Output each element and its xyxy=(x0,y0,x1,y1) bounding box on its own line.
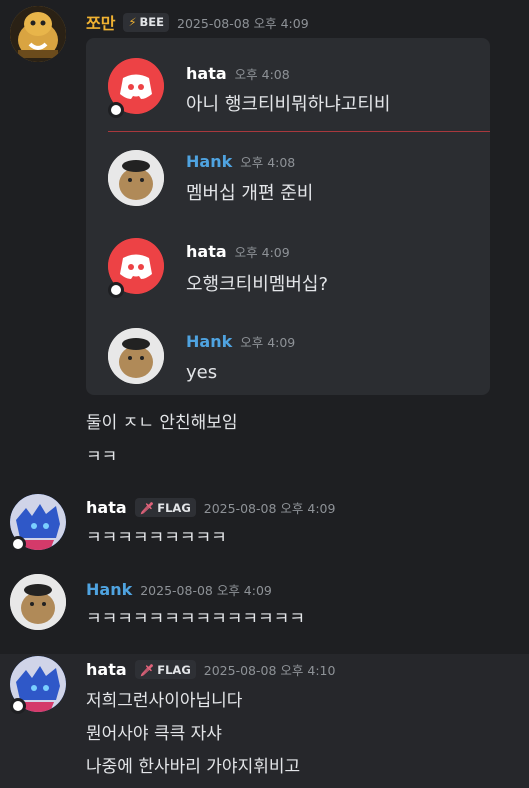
embed-text: 오행크티비멤버십? xyxy=(186,274,329,295)
embed-time: 오후 4:08 xyxy=(234,67,290,82)
author-name[interactable]: hata xyxy=(86,660,127,679)
embed-header: hata 오후 4:08 xyxy=(186,64,290,83)
message-text: 둘이 ㅈㄴ 안친해보임 xyxy=(86,413,238,433)
role-tag[interactable]: 🗡 FLAG xyxy=(134,498,196,517)
embed-text: 아니 행크티비뭐하냐고티비 xyxy=(186,94,391,115)
forwarded-embed: hata 오후 4:08 아니 행크티비뭐하냐고티비 Hank 오후 4:08 … xyxy=(86,38,490,395)
message-header: hata 🗡 FLAG 2025-08-08 오후 4:09 xyxy=(86,498,335,517)
bee-lightning-icon: ⚡ xyxy=(128,15,137,29)
embed-avatar-hank[interactable] xyxy=(108,150,164,206)
hank-avatar-icon xyxy=(10,574,66,630)
timestamp: 2025-08-08 오후 4:10 xyxy=(203,663,336,678)
message-text: ㅋㅋㅋㅋㅋㅋㅋㅋㅋ xyxy=(86,528,227,548)
embed-avatar-hank[interactable] xyxy=(108,328,164,384)
status-badge xyxy=(10,536,26,552)
hank-avatar-icon xyxy=(108,328,164,384)
embed-author[interactable]: Hank xyxy=(186,332,232,351)
flag-sword-icon: 🗡 xyxy=(139,662,155,677)
embed-time: 오후 4:09 xyxy=(240,335,296,350)
zzoman-avatar[interactable] xyxy=(10,6,66,62)
role-tag-label: BEE xyxy=(139,15,165,29)
message-text: 나중에 한사바리 가야지휘비고 xyxy=(86,757,301,777)
zzoman-avatar-icon xyxy=(10,6,66,62)
author-name[interactable]: 쪼만 xyxy=(86,10,115,34)
role-tag-label: FLAG xyxy=(157,500,191,515)
hank-avatar-icon xyxy=(108,150,164,206)
role-tag[interactable]: 🗡 FLAG xyxy=(134,660,196,679)
role-tag-label: FLAG xyxy=(157,662,191,677)
embed-time: 오후 4:08 xyxy=(240,155,296,170)
message-text: 뭔어사야 큭큭 자샤 xyxy=(86,724,222,744)
new-messages-divider xyxy=(108,131,490,132)
embed-header: Hank 오후 4:09 xyxy=(186,332,295,351)
embed-header: hata 오후 4:09 xyxy=(186,242,290,261)
timestamp: 2025-08-08 오후 4:09 xyxy=(203,501,336,516)
status-badge xyxy=(108,102,124,118)
author-name[interactable]: hata xyxy=(86,498,127,517)
message-text: 저희그런사이아닙니다 xyxy=(86,691,243,711)
message-header: 쪼만 ⚡ BEE 2025-08-08 오후 4:09 xyxy=(86,10,309,34)
timestamp: 2025-08-08 오후 4:09 xyxy=(140,583,272,598)
embed-author[interactable]: Hank xyxy=(186,152,232,171)
status-badge xyxy=(10,698,26,714)
embed-header: Hank 오후 4:08 xyxy=(186,152,295,171)
flag-sword-icon: 🗡 xyxy=(139,500,155,515)
embed-text: 멤버십 개편 준비 xyxy=(186,183,314,204)
timestamp: 2025-08-08 오후 4:09 xyxy=(177,15,309,31)
embed-time: 오후 4:09 xyxy=(234,245,290,260)
message-header: Hank 2025-08-08 오후 4:09 xyxy=(86,580,272,599)
role-tag[interactable]: ⚡ BEE xyxy=(123,12,170,32)
author-name[interactable]: Hank xyxy=(86,580,132,599)
embed-author[interactable]: hata xyxy=(186,242,227,261)
message-header: hata 🗡 FLAG 2025-08-08 오후 4:10 xyxy=(86,660,335,679)
hank-avatar[interactable] xyxy=(10,574,66,630)
message-text: ㅋㅋ xyxy=(86,447,118,467)
status-badge xyxy=(108,282,124,298)
message-text: ㅋㅋㅋㅋㅋㅋㅋㅋㅋㅋㅋㅋㅋㅋ xyxy=(86,609,305,629)
embed-author[interactable]: hata xyxy=(186,64,227,83)
embed-text: yes xyxy=(186,362,218,383)
